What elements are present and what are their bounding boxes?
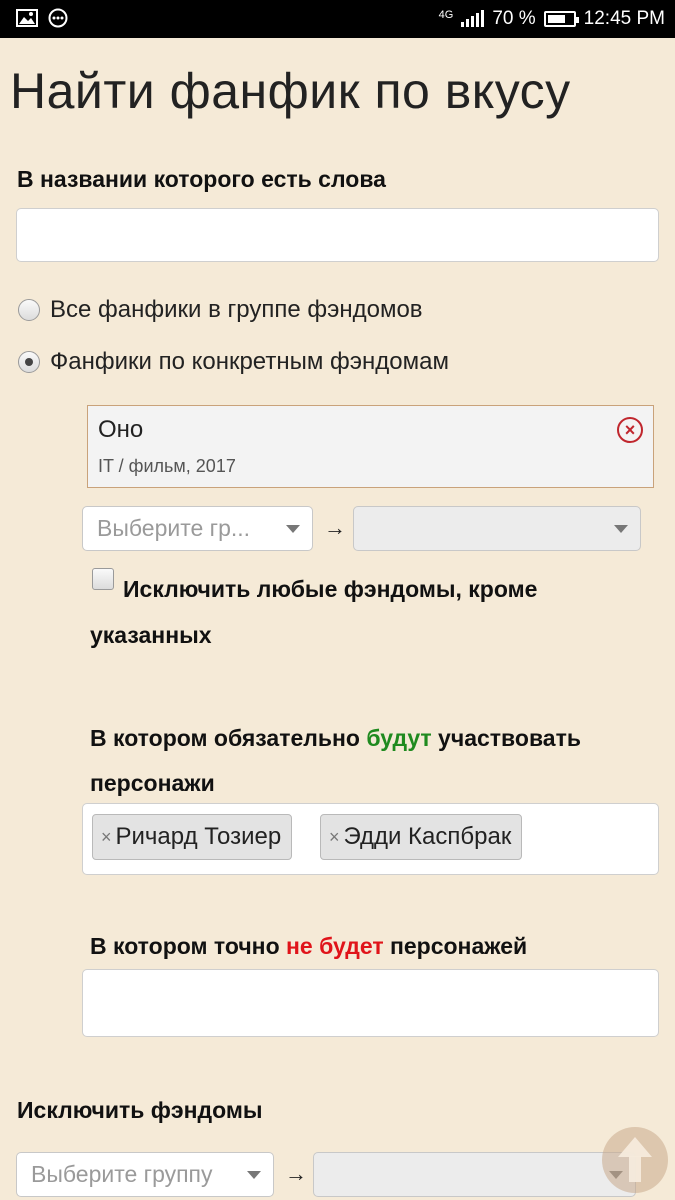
- exclude-fandom-group-placeholder: Выберите группу: [31, 1161, 213, 1187]
- more-icon: [48, 8, 68, 34]
- scroll-to-top-button[interactable]: [602, 1127, 668, 1193]
- radio-label-specific-fandoms: Фанфики по конкретным фэндомам: [50, 348, 449, 375]
- battery-level: [547, 15, 565, 23]
- exclude-fandom-select[interactable]: [313, 1152, 636, 1197]
- fandom-name: Оно: [98, 416, 144, 443]
- characters-exclude-highlight: не будет: [286, 933, 384, 959]
- arrow-icon: →: [324, 515, 346, 540]
- signal-icon: [461, 10, 485, 27]
- remove-tag-icon[interactable]: ×: [329, 827, 340, 848]
- radio-option-all-fandoms[interactable]: Все фанфики в группе фэндомов: [18, 296, 423, 324]
- characters-include-highlight: будут: [366, 725, 432, 751]
- chevron-down-icon: [286, 524, 300, 533]
- radio-option-specific-fandoms[interactable]: Фанфики по конкретным фэндомам: [18, 348, 449, 376]
- arrow-icon: →: [285, 1161, 307, 1186]
- radio-button-all-fandoms[interactable]: [18, 299, 40, 321]
- status-bar: 4G 70 % 12:45 PM: [0, 0, 675, 38]
- character-tag: × Ричард Тозиер: [92, 814, 293, 860]
- characters-include-label: В котором обязательно будут участвовать …: [90, 716, 650, 806]
- chevron-down-icon: [614, 524, 628, 533]
- page-title: Найти фанфик по вкусу: [10, 63, 571, 119]
- exclude-fandoms-label: Исключить фэндомы: [17, 1097, 263, 1123]
- remove-fandom-icon[interactable]: ×: [617, 417, 643, 443]
- radio-label-all-fandoms: Все фанфики в группе фэндомов: [50, 296, 423, 323]
- fandom-select[interactable]: [353, 506, 641, 551]
- character-tag-label: Ричард Тозиер: [115, 823, 282, 850]
- status-bar-right: 4G 70 % 12:45 PM: [439, 8, 665, 30]
- status-bar-left: [16, 8, 68, 34]
- battery-percent: 70 %: [492, 8, 536, 29]
- title-words-input[interactable]: [16, 208, 659, 262]
- selected-fandom-card: Оно IT / фильм, 2017 ×: [87, 405, 654, 488]
- clock: 12:45 PM: [583, 8, 665, 29]
- character-tag: × Эдди Каспбрак: [320, 814, 523, 860]
- battery-icon: [543, 11, 579, 27]
- network-type: 4G: [438, 9, 454, 21]
- characters-exclude-label-end: персонажей: [383, 933, 528, 959]
- characters-exclude-label-start: В котором точно: [90, 933, 287, 959]
- image-icon: [16, 9, 38, 33]
- characters-exclude-input[interactable]: [82, 969, 659, 1037]
- characters-exclude-label: В котором точно не будет персонажей: [90, 924, 650, 969]
- exclude-fandom-group-select[interactable]: Выберите группу: [16, 1152, 274, 1197]
- fandom-group-select[interactable]: Выберите гр...: [82, 506, 313, 551]
- title-words-label: В названии которого есть слова: [17, 166, 386, 192]
- exclude-other-label[interactable]: Исключить любые фэндомы, кроме указанных: [90, 566, 610, 658]
- fandom-details: IT / фильм, 2017: [98, 456, 236, 476]
- chevron-down-icon: [247, 1170, 261, 1179]
- character-tag-label: Эдди Каспбрак: [343, 823, 512, 850]
- remove-tag-icon[interactable]: ×: [101, 827, 112, 848]
- radio-button-specific-fandoms[interactable]: [18, 351, 40, 373]
- fandom-group-placeholder: Выберите гр...: [97, 515, 251, 541]
- characters-include-label-start: В котором обязательно: [90, 725, 367, 751]
